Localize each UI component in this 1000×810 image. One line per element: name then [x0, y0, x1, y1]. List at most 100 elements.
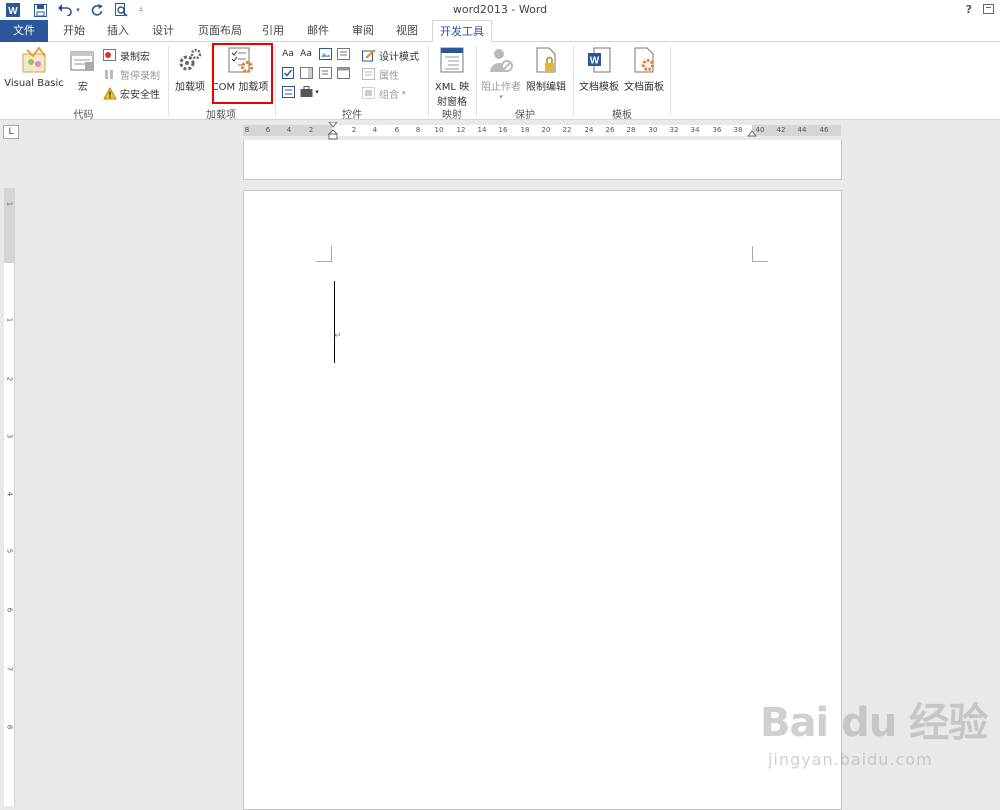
macros-icon: [68, 46, 98, 74]
group-label-addins: 加载项: [206, 110, 236, 121]
combobox-control-icon[interactable]: [299, 66, 313, 80]
ruler-tick: 32: [669, 126, 679, 134]
group-label-templates: 模板: [612, 110, 632, 121]
properties-button[interactable]: 属性: [362, 65, 399, 83]
horizontal-ruler[interactable]: 8 6 4 2 2 4 6 8 10 12 14 16 18 20 22 24 …: [243, 122, 841, 140]
tab-view[interactable]: 视图: [389, 20, 425, 42]
ruler-tick: 12: [456, 126, 466, 134]
macro-security-button[interactable]: 宏安全性: [103, 84, 160, 102]
document-panel-icon: [629, 46, 659, 74]
building-block-control-icon[interactable]: [336, 47, 350, 61]
svg-text:W: W: [590, 56, 600, 67]
dropdown-list-control-icon[interactable]: [318, 66, 332, 80]
group-button[interactable]: 组合 ▾: [362, 84, 406, 102]
ruler-tick: 14: [477, 126, 487, 134]
watermark-url: jingyan.baidu.com: [768, 750, 933, 769]
right-indent-marker-icon[interactable]: [747, 129, 757, 137]
design-mode-label: 设计模式: [379, 51, 419, 63]
visual-basic-icon: [19, 46, 49, 74]
document-panel-button[interactable]: 文档面板: [622, 46, 666, 93]
ruler-tick: 28: [626, 126, 636, 134]
tab-selector[interactable]: L: [3, 125, 19, 139]
tab-page-layout[interactable]: 页面布局: [190, 20, 250, 42]
macros-label: 宏: [78, 82, 88, 93]
tab-references[interactable]: 引用: [255, 20, 291, 42]
pause-icon: [103, 68, 117, 81]
window-title: word2013 - Word: [452, 3, 548, 16]
ribbon-tabs: 文件 开始 插入 设计 页面布局 引用 邮件 审阅 视图 开发工具: [0, 20, 1000, 43]
block-authors-button[interactable]: 阻止作者 ▾: [479, 46, 523, 101]
addins-button[interactable]: 加载项: [172, 46, 208, 93]
tab-insert[interactable]: 插入: [100, 20, 136, 42]
ruler-tick: 5: [5, 548, 14, 554]
pause-recording-button[interactable]: 暂停录制: [103, 65, 160, 83]
watermark-logo: Bai du 经验: [760, 700, 988, 746]
restore-ribbon-icon[interactable]: [983, 4, 994, 14]
addins-label: 加载项: [175, 82, 205, 93]
ruler-tick: 6: [394, 126, 400, 134]
ruler-tick: 3: [5, 433, 14, 439]
ruler-tick: 24: [584, 126, 594, 134]
date-picker-control-icon[interactable]: [336, 66, 350, 80]
restrict-editing-button[interactable]: 限制编辑: [524, 46, 568, 93]
ruler-tick: 2: [5, 376, 14, 382]
restrict-editing-label: 限制编辑: [526, 82, 566, 93]
indent-marker-icon[interactable]: [328, 122, 338, 140]
ruler-tick: 30: [648, 126, 658, 134]
legacy-tools-dropdown-icon[interactable]: ▾: [313, 85, 321, 99]
crop-mark-top-left: [316, 246, 332, 262]
tab-review[interactable]: 审阅: [345, 20, 381, 42]
legacy-tools-icon[interactable]: [299, 85, 313, 99]
group-dropdown-icon: ▾: [402, 89, 406, 97]
document-template-label: 文档模板: [579, 82, 619, 93]
record-macro-button[interactable]: 录制宏: [103, 46, 150, 64]
ruler-tick: 42: [776, 126, 786, 134]
tab-file[interactable]: 文件: [0, 20, 48, 42]
document-panel-label: 文档面板: [624, 82, 664, 93]
document-template-button[interactable]: W 文档模板: [576, 46, 622, 93]
block-authors-icon: [486, 46, 516, 74]
baidu-watermark: Bai du 经验 jingyan.baidu.com: [760, 690, 1000, 800]
group-icon: [362, 86, 376, 100]
ruler-tick: 22: [562, 126, 572, 134]
block-authors-dropdown-icon: ▾: [499, 93, 503, 101]
ruler-tick: 6: [5, 607, 14, 613]
ruler-tick: 8: [415, 126, 421, 134]
record-macro-label: 录制宏: [120, 51, 150, 63]
restrict-editing-icon: [531, 46, 561, 74]
macro-security-label: 宏安全性: [120, 89, 160, 101]
ruler-tick: 16: [498, 126, 508, 134]
tab-home[interactable]: 开始: [56, 20, 92, 42]
xml-mapping-label-line1: XML 映: [434, 82, 470, 93]
record-macro-icon: [103, 48, 117, 62]
design-mode-button[interactable]: 设计模式: [362, 46, 419, 64]
rich-text-control-icon[interactable]: Aa: [281, 47, 295, 61]
design-mode-icon: [362, 48, 376, 62]
plain-text-control-icon[interactable]: Aa: [299, 47, 313, 61]
tab-design[interactable]: 设计: [145, 20, 181, 42]
ruler-tick: 2: [308, 126, 314, 134]
document-page[interactable]: ↵: [243, 190, 842, 810]
ruler-tick: 2: [351, 126, 357, 134]
title-bar: W ▾ ⩡ word2013 - Word ?: [0, 0, 1000, 20]
ruler-tick: 38: [733, 126, 743, 134]
xml-mapping-pane-button[interactable]: XML 映 射窗格: [431, 46, 473, 108]
tab-mailings[interactable]: 邮件: [300, 20, 336, 42]
properties-icon: [362, 67, 376, 81]
repeating-section-control-icon[interactable]: [281, 85, 295, 99]
tab-developer[interactable]: 开发工具: [432, 20, 492, 43]
ruler-tick: 18: [520, 126, 530, 134]
help-button[interactable]: ?: [966, 3, 972, 16]
ruler-tick: 26: [605, 126, 615, 134]
properties-label: 属性: [379, 70, 399, 82]
document-template-icon: W: [584, 46, 614, 74]
checkbox-control-icon[interactable]: [281, 66, 295, 80]
crop-mark-top-right: [752, 246, 768, 262]
visual-basic-button[interactable]: Visual Basic: [3, 46, 65, 89]
warning-icon: [103, 86, 117, 100]
group-label-code: 代码: [73, 110, 94, 121]
picture-control-icon[interactable]: [318, 47, 332, 61]
vertical-ruler[interactable]: 1 1 2 3 4 5 6 7 8: [4, 188, 15, 806]
ruler-tick: 1: [5, 317, 14, 323]
macros-button[interactable]: 宏: [68, 46, 98, 93]
